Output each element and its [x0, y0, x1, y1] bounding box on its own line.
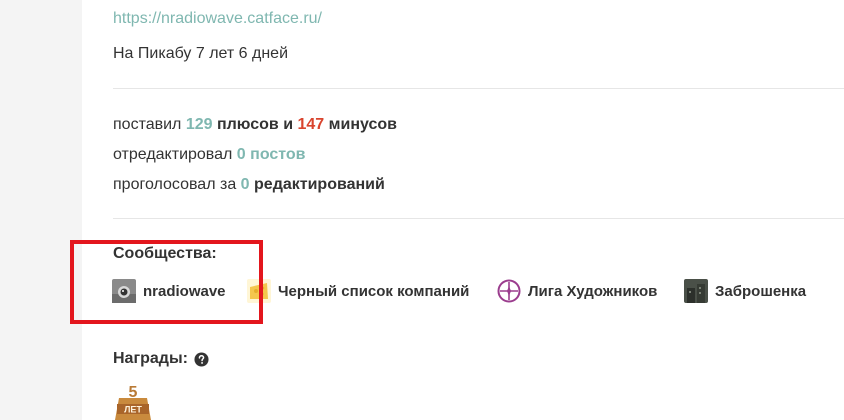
award-text: ЛЕТ	[124, 405, 142, 415]
awards-heading: Награды:	[113, 350, 209, 368]
divider	[113, 218, 844, 219]
stats-voted-edits: проголосовал за 0 редактирований	[113, 176, 385, 193]
award-number: 5	[129, 384, 138, 401]
plus-count: 129	[185, 116, 213, 133]
question-circle-icon[interactable]	[194, 351, 209, 367]
profile-url-link[interactable]: https://nradiowave.catface.ru/	[113, 9, 322, 29]
edited-count[interactable]: 0	[237, 146, 246, 163]
community-artists-league[interactable]: Лига Художников	[497, 279, 657, 303]
highlight-box	[70, 240, 263, 324]
stats-votes: поставил 129 плюсов и 147 минусов	[113, 116, 397, 133]
profile-age: На Пикабу 7 лет 6 дней	[113, 45, 289, 62]
compass-avatar-icon	[497, 279, 521, 303]
edited-posts-link[interactable]: постов	[246, 146, 305, 163]
awards-title: Награды:	[113, 350, 188, 367]
abandoned-building-avatar-icon	[684, 279, 708, 303]
community-abandoned[interactable]: Заброшенка	[684, 279, 806, 303]
stats-edited: отредактировал 0 постов	[113, 146, 306, 163]
community-blacklist-companies[interactable]: Черный список компаний	[247, 279, 469, 303]
award-5-years-badge[interactable]: 5 ЛЕТ	[113, 382, 153, 420]
divider	[113, 88, 844, 89]
minus-count: 147	[297, 116, 325, 133]
voted-edits-count: 0	[240, 176, 250, 193]
